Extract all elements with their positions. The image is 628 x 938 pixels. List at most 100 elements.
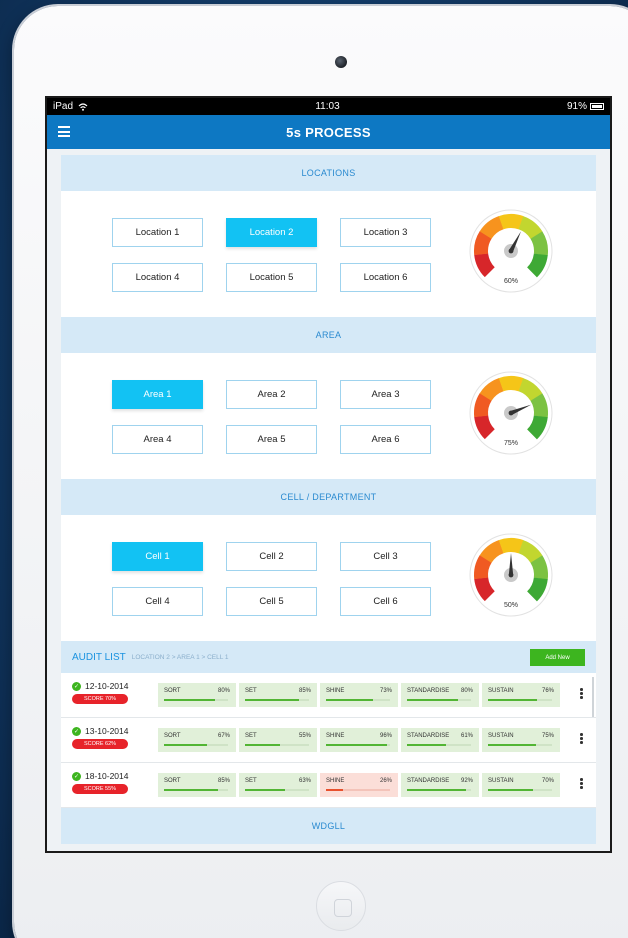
score-badge: SCORE 70% bbox=[72, 694, 128, 704]
option-button[interactable]: Area 2 bbox=[226, 380, 317, 409]
gauge-segment bbox=[474, 252, 496, 278]
section-header-locations: LOCATIONS bbox=[61, 155, 596, 191]
metric-value: 26% bbox=[379, 778, 392, 784]
metric-card-standardise: STANDARDISE 92% bbox=[401, 773, 479, 797]
option-button[interactable]: Cell 4 bbox=[112, 587, 203, 616]
gauge-segment bbox=[530, 231, 548, 256]
metric-progress-fill bbox=[326, 744, 388, 746]
metric-header: SET 63% bbox=[245, 778, 311, 784]
gauge-segment bbox=[498, 376, 524, 392]
option-button[interactable]: Location 1 bbox=[112, 218, 203, 247]
metric-header: STANDARDISE 92% bbox=[407, 778, 473, 784]
metric-progress-bar bbox=[245, 744, 309, 746]
home-button[interactable] bbox=[316, 881, 366, 931]
app-screen: iPad 11:03 91% 5s PROCESS LOCATIONS Locat… bbox=[45, 96, 612, 853]
metric-value: 92% bbox=[460, 778, 473, 784]
option-button[interactable]: Location 3 bbox=[340, 218, 431, 247]
option-button[interactable]: Cell 5 bbox=[226, 587, 317, 616]
metric-progress-fill bbox=[407, 699, 459, 701]
device-label: iPad bbox=[53, 101, 74, 112]
gauge-segment bbox=[498, 538, 524, 554]
metric-progress-bar bbox=[326, 699, 390, 701]
option-button[interactable]: Cell 2 bbox=[226, 542, 317, 571]
option-button[interactable]: Location 5 bbox=[226, 263, 317, 292]
option-button[interactable]: Cell 6 bbox=[340, 587, 431, 616]
add-new-button[interactable]: Add New bbox=[530, 649, 585, 666]
metric-progress-bar bbox=[488, 699, 552, 701]
gauge-value-label: 75% bbox=[504, 440, 518, 447]
metric-header: SUSTAIN 70% bbox=[488, 778, 554, 784]
audit-date-line: ✓ 12-10-2014 bbox=[72, 681, 128, 691]
more-options-icon[interactable] bbox=[580, 688, 584, 700]
metric-progress-fill bbox=[164, 789, 219, 791]
more-options-icon[interactable] bbox=[580, 733, 584, 745]
metric-name: SUSTAIN bbox=[488, 778, 514, 784]
metric-card-sort: SORT 85% bbox=[158, 773, 236, 797]
audit-date-cell: ✓ 13-10-2014 SCORE 62% bbox=[72, 726, 128, 749]
metric-card-set: SET 85% bbox=[239, 683, 317, 707]
metric-value: 67% bbox=[217, 733, 230, 739]
more-options-icon[interactable] bbox=[580, 778, 584, 790]
metric-progress-bar bbox=[407, 699, 471, 701]
gauge-pivot bbox=[508, 248, 514, 254]
audit-date-line: ✓ 13-10-2014 bbox=[72, 726, 128, 736]
metric-header: STANDARDISE 61% bbox=[407, 733, 473, 739]
metric-name: SORT bbox=[164, 733, 181, 739]
metric-name: STANDARDISE bbox=[407, 688, 450, 694]
option-button[interactable]: Area 1 bbox=[112, 380, 203, 409]
app-header: 5s PROCESS bbox=[47, 115, 610, 149]
metric-header: STANDARDISE 80% bbox=[407, 688, 473, 694]
metric-card-sustain: SUSTAIN 76% bbox=[482, 683, 560, 707]
gauge-segment bbox=[474, 393, 492, 418]
main-content: LOCATIONS Location 1 Location 2 Location 3 L… bbox=[47, 149, 610, 851]
gauge-meter: 60% bbox=[469, 209, 553, 293]
gauge-segment bbox=[498, 214, 524, 230]
gauge-pivot bbox=[508, 410, 514, 416]
scrollbar[interactable] bbox=[592, 677, 594, 717]
metric-name: STANDARDISE bbox=[407, 778, 450, 784]
section-header-cell-department: CELL / DEPARTMENT bbox=[61, 479, 596, 515]
option-button[interactable]: Area 4 bbox=[112, 425, 203, 454]
metric-name: SUSTAIN bbox=[488, 688, 514, 694]
metric-progress-bar bbox=[407, 789, 471, 791]
metric-card-set: SET 63% bbox=[239, 773, 317, 797]
audit-date-cell: ✓ 12-10-2014 SCORE 70% bbox=[72, 681, 128, 704]
option-button[interactable]: Location 6 bbox=[340, 263, 431, 292]
option-button[interactable]: Location 2 bbox=[226, 218, 317, 247]
audit-list: AUDIT LIST LOCATION 2 > AREA 1 > CELL 1 … bbox=[61, 641, 596, 808]
option-button[interactable]: Location 4 bbox=[112, 263, 203, 292]
metric-progress-bar bbox=[245, 699, 309, 701]
hamburger-menu-icon[interactable] bbox=[58, 126, 70, 137]
page-title: 5s PROCESS bbox=[286, 124, 371, 140]
gauge-segment bbox=[474, 555, 492, 580]
battery-percent: 91% bbox=[566, 101, 587, 112]
option-button[interactable]: Area 6 bbox=[340, 425, 431, 454]
metric-progress-fill bbox=[488, 744, 536, 746]
audit-row[interactable]: ✓ 12-10-2014 SCORE 70% SORT 80% SET 85% SHINE 73… bbox=[61, 673, 596, 718]
option-button[interactable]: Area 3 bbox=[340, 380, 431, 409]
gauge-segment bbox=[530, 393, 548, 418]
option-button[interactable]: Cell 1 bbox=[112, 542, 203, 571]
metric-progress-bar bbox=[488, 744, 552, 746]
audit-date: 13-10-2014 bbox=[85, 726, 129, 736]
gauge-pivot bbox=[508, 572, 514, 578]
option-button[interactable]: Cell 3 bbox=[340, 542, 431, 571]
section-body-cell-department: Cell 1 Cell 2 Cell 3 Cell 4 Cell 5 Cell 6 50% bbox=[61, 515, 596, 641]
metric-value: 75% bbox=[541, 733, 554, 739]
metric-header: SORT 80% bbox=[164, 688, 230, 694]
metric-progress-fill bbox=[326, 699, 373, 701]
metric-name: STANDARDISE bbox=[407, 733, 450, 739]
audit-row[interactable]: ✓ 13-10-2014 SCORE 62% SORT 67% SET 55% SHINE 96… bbox=[61, 718, 596, 763]
metric-progress-bar bbox=[164, 699, 228, 701]
gauge-value-label: 60% bbox=[504, 278, 518, 285]
metric-progress-bar bbox=[245, 789, 309, 791]
option-button[interactable]: Area 5 bbox=[226, 425, 317, 454]
metric-progress-fill bbox=[164, 744, 207, 746]
camera-icon bbox=[335, 56, 347, 68]
check-icon: ✓ bbox=[72, 771, 81, 781]
gauge-svg: 75% bbox=[469, 371, 553, 455]
metric-progress-bar bbox=[164, 789, 228, 791]
audit-row[interactable]: ✓ 18-10-2014 SCORE 55% SORT 85% SET 63% SHINE 26… bbox=[61, 763, 596, 808]
metric-progress-fill bbox=[488, 699, 537, 701]
status-bar: iPad 11:03 91% bbox=[47, 98, 610, 115]
